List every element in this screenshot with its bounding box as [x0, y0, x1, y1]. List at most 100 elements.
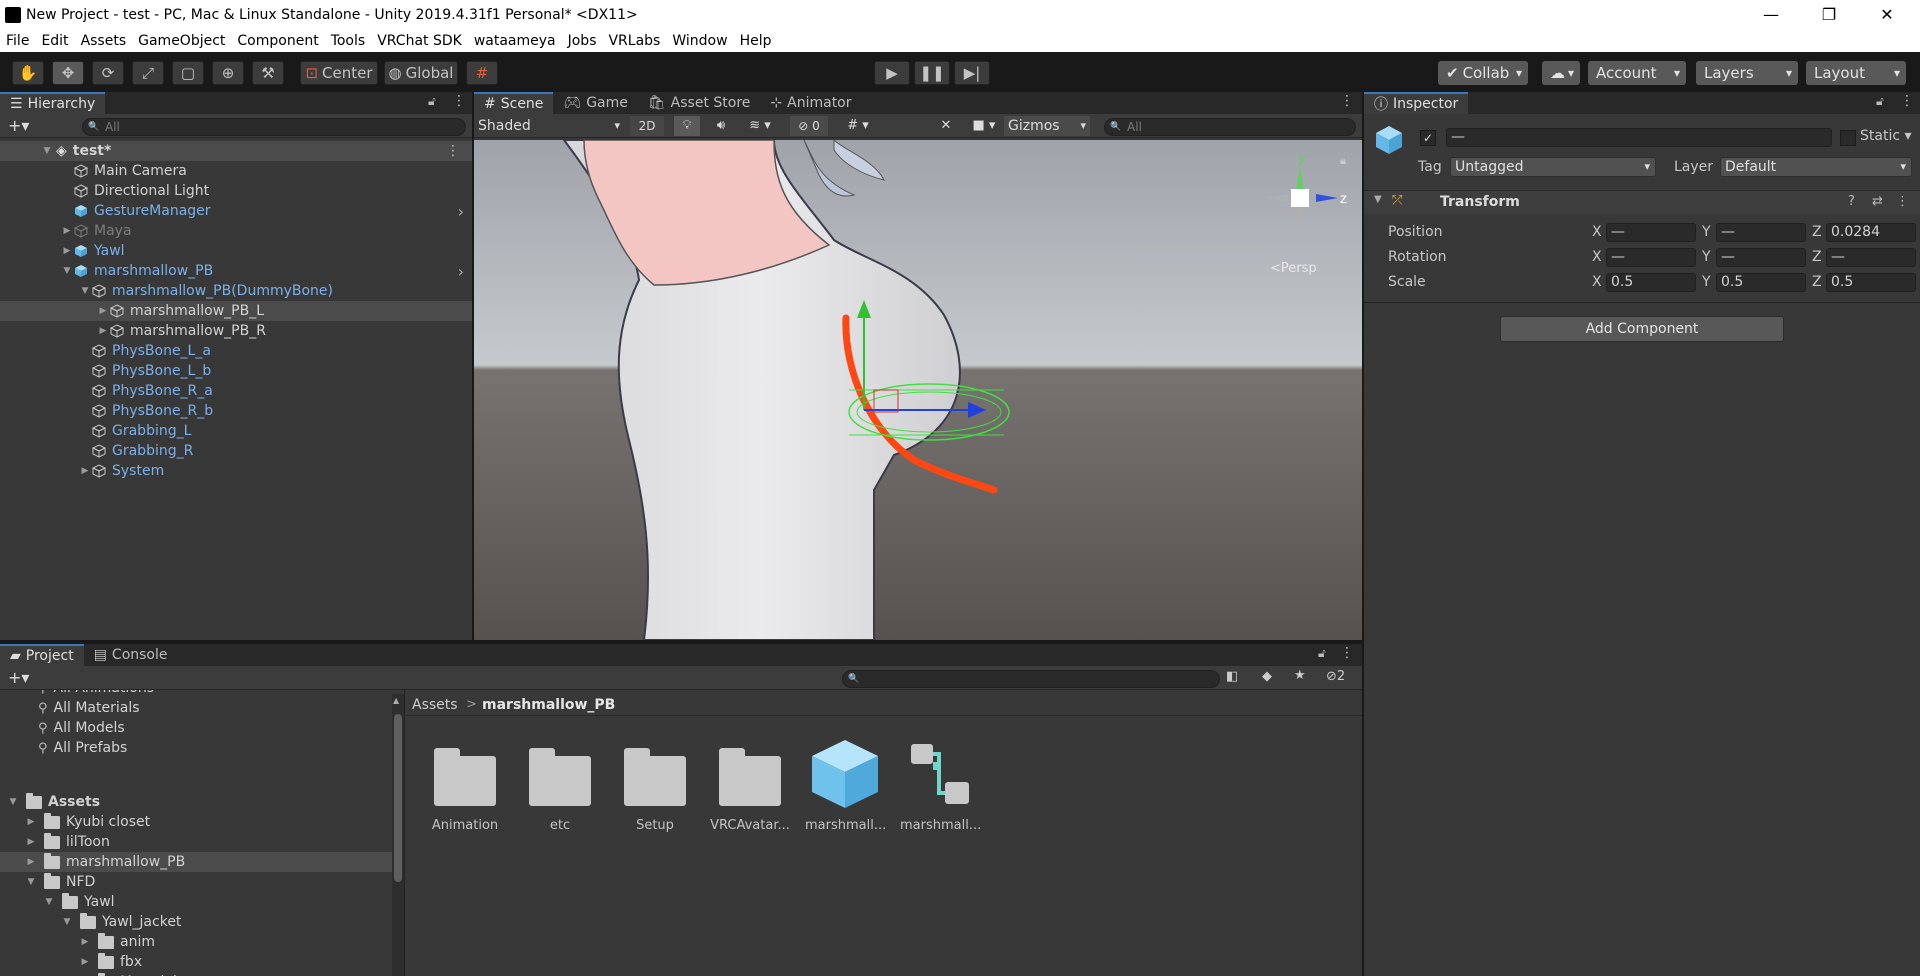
inspector-menu-dots-icon[interactable]: ⋮	[1900, 93, 1914, 109]
tree-item[interactable]: ▼ Yawl	[0, 892, 392, 912]
transform-tool-icon[interactable]: ⊕	[212, 61, 244, 85]
asset-item[interactable]: marshmall...	[900, 738, 981, 833]
layers-dropdown[interactable]: Layers	[1696, 61, 1798, 85]
tree-item[interactable]: ▶ lilToon	[0, 832, 392, 852]
menu-vrchat-sdk[interactable]: VRChat SDK	[371, 33, 468, 49]
tree-item[interactable]: ▶ anim	[0, 932, 392, 952]
play-button[interactable]: ▶	[874, 61, 910, 85]
transform-x-field[interactable]: —	[1606, 223, 1696, 242]
axis-y-label[interactable]: Y	[1702, 249, 1711, 265]
hierarchy-item[interactable]: GestureManager ›	[0, 201, 472, 221]
favorite-item[interactable]: ⚲ All Animations	[0, 690, 154, 698]
hierarchy-item[interactable]: ▼ marshmallow_PB ›	[0, 261, 472, 281]
hierarchy-item[interactable]: Grabbing_R	[0, 441, 472, 461]
hidden-objects-toggle[interactable]: ⊘ 0	[790, 116, 828, 136]
menu-jobs[interactable]: Jobs	[562, 33, 603, 49]
favorite-item[interactable]: ⚲ All Models	[0, 718, 125, 738]
project-menu-dots-icon[interactable]: ⋮	[1340, 645, 1354, 661]
transform-x-field[interactable]: 0.5	[1606, 273, 1696, 292]
camera-icon[interactable]: ■ ▾	[966, 116, 1002, 136]
hierarchy-item[interactable]: PhysBone_R_a	[0, 381, 472, 401]
tab-console[interactable]: ▤ Console	[84, 644, 178, 666]
active-checkbox[interactable]: ✓	[1420, 130, 1436, 146]
expand-arrow-icon[interactable]: ▶	[60, 246, 74, 256]
scene-menu-icon[interactable]: ⋮	[446, 143, 460, 159]
hierarchy-search-input[interactable]: All	[82, 118, 466, 136]
hierarchy-item[interactable]: ▼ marshmallow_PB(DummyBone)	[0, 281, 472, 301]
axis-x-label[interactable]: X	[1592, 249, 1602, 265]
expand-arrow-icon[interactable]: ▼	[78, 286, 92, 296]
menu-edit[interactable]: Edit	[35, 33, 74, 49]
tree-item[interactable]: ▼ Yawl_jacket	[0, 912, 392, 932]
transform-z-field[interactable]: —	[1826, 248, 1916, 267]
hierarchy-item[interactable]: ▶ Maya	[0, 221, 472, 241]
pivot-center-toggle[interactable]: ⊡ Center	[300, 61, 378, 85]
add-component-button[interactable]: Add Component	[1500, 316, 1784, 342]
create-add-icon[interactable]: +▾	[8, 116, 29, 135]
expand-arrow-icon[interactable]: ▼	[60, 917, 74, 927]
rect-tool-icon[interactable]: ▢	[172, 61, 204, 85]
menu-tools[interactable]: Tools	[325, 33, 372, 49]
expand-arrow-icon[interactable]: ▶	[96, 306, 110, 316]
hierarchy-item[interactable]: Grabbing_L	[0, 421, 472, 441]
tab-hierarchy[interactable]: ☰ Hierarchy	[0, 92, 106, 114]
expand-arrow-icon[interactable]: ▶	[78, 466, 92, 476]
asset-item[interactable]: VRCAvatar...	[710, 738, 790, 833]
audio-toggle-icon[interactable]: 🔊︎	[708, 116, 734, 136]
scene-search-input[interactable]: All	[1104, 118, 1356, 136]
menu-assets[interactable]: Assets	[75, 33, 133, 49]
hierarchy-item[interactable]: PhysBone_R_b	[0, 401, 472, 421]
expand-arrow-icon[interactable]: ▶	[24, 857, 38, 867]
project-lock-icon[interactable]: 🔓︎	[1318, 646, 1326, 661]
inspector-lock-icon[interactable]: 🔓︎	[1876, 94, 1884, 109]
axis-y-label[interactable]: Y	[1702, 274, 1711, 290]
scroll-up-icon[interactable]: ▲	[393, 696, 399, 705]
lighting-toggle-icon[interactable]: 💡︎	[674, 116, 700, 136]
expand-arrow-icon[interactable]: ▼	[42, 897, 56, 907]
chevron-right-icon[interactable]: ›	[458, 262, 464, 281]
hierarchy-item[interactable]: ▶ System	[0, 461, 472, 481]
lock-icon[interactable]: 🔓︎	[428, 94, 436, 109]
gizmos-dropdown[interactable]: Gizmos ▾	[1004, 116, 1090, 136]
axis-z-label[interactable]: Z	[1812, 274, 1822, 290]
menu-window[interactable]: Window	[666, 33, 733, 49]
project-create-icon[interactable]: +▾	[8, 668, 29, 687]
perspective-label[interactable]: <Persp	[1270, 261, 1317, 276]
tree-item[interactable]: ▼ NFD	[0, 872, 392, 892]
transform-z-field[interactable]: 0.0284	[1826, 223, 1916, 242]
tree-item[interactable]: ▶ Kyubi closet	[0, 812, 392, 832]
expand-arrow-icon[interactable]: ▶	[60, 226, 74, 236]
close-button[interactable]: ✕	[1864, 0, 1910, 29]
transform-y-field[interactable]: —	[1716, 248, 1806, 267]
expand-arrow-icon[interactable]: ▶	[96, 326, 110, 336]
restore-button[interactable]: ❐	[1806, 0, 1852, 29]
scale-tool-icon[interactable]: ⤢	[132, 61, 164, 85]
menu-dots-icon[interactable]: ⋮	[452, 93, 466, 109]
layer-dropdown[interactable]: Default	[1720, 157, 1912, 177]
transform-x-field[interactable]: —	[1606, 248, 1696, 267]
favorites-star-icon[interactable]: ★	[1294, 668, 1306, 683]
rotate-tool-icon[interactable]: ⟳	[92, 61, 124, 85]
axis-x-label[interactable]: X	[1592, 224, 1602, 240]
expand-arrow-icon[interactable]: ▶	[24, 837, 38, 847]
menu-help[interactable]: Help	[734, 33, 778, 49]
effects-toggle-icon[interactable]: ≋ ▾	[740, 116, 780, 136]
static-dropdown[interactable]: Static ▾	[1860, 128, 1912, 144]
pivot-global-toggle[interactable]: ◍ Global	[384, 61, 458, 85]
menu-gameobject[interactable]: GameObject	[132, 33, 231, 49]
mode-2d-toggle[interactable]: 2D	[630, 116, 664, 136]
asset-item[interactable]: marshmall...	[805, 738, 886, 833]
menu-vrlabs[interactable]: VRLabs	[602, 33, 666, 49]
favorite-item[interactable]: ⚲ All Prefabs	[0, 738, 127, 758]
custom-tool-icon[interactable]: ⚒	[252, 61, 284, 85]
hierarchy-item[interactable]: PhysBone_L_a	[0, 341, 472, 361]
expand-arrow-icon[interactable]: ▼	[60, 266, 74, 276]
tab-asset-store[interactable]: 🛍︎ Asset Store	[638, 92, 761, 114]
hierarchy-item[interactable]: PhysBone_L_b	[0, 361, 472, 381]
breadcrumb-current[interactable]: marshmallow_PB	[482, 697, 615, 713]
expand-arrow-icon[interactable]: ▼	[24, 877, 38, 887]
tree-scrollbar[interactable]	[392, 694, 404, 976]
hidden-packages-toggle[interactable]: ⊘2	[1326, 669, 1345, 684]
scene-menu-dots-icon[interactable]: ⋮	[1340, 93, 1354, 109]
hierarchy-item[interactable]: ▶ marshmallow_PB_R	[0, 321, 472, 341]
